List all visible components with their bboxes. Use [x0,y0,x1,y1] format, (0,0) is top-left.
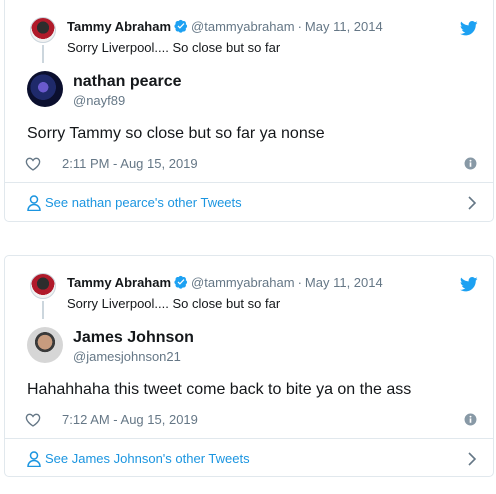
quoted-author-handle[interactable]: @tammyabraham [191,275,295,290]
quoted-tweet-text: Sorry Liverpool.... So close but so far [67,40,281,55]
quoted-tweet-header: Tammy Abraham @tammyabraham · May 11, 2014 [67,275,383,291]
see-other-tweets-label[interactable]: See James Johnson's other Tweets [45,451,250,467]
see-other-tweets-link[interactable]: See nathan pearce's other Tweets [5,183,493,222]
reply-tweet-text: Sorry Tammy so close but so far ya nonse [27,125,325,142]
verified-badge-icon [174,275,188,289]
tweet-timestamp[interactable]: 2:11 PM - Aug 15, 2019 [62,156,198,172]
twitter-bird-icon[interactable] [460,21,478,36]
info-icon[interactable] [464,413,477,426]
see-other-tweets-label[interactable]: See nathan pearce's other Tweets [45,195,242,211]
thread-connector-line [42,301,44,319]
quoted-tweet-header: Tammy Abraham @tammyabraham · May 11, 2014 [67,19,383,35]
heart-icon[interactable] [25,412,41,428]
quoted-author-name[interactable]: Tammy Abraham [67,275,171,290]
embedded-tweet-card: Tammy Abraham @tammyabraham · May 11, 2014 … [4,255,494,477]
quoted-author-handle[interactable]: @tammyabraham [191,19,295,34]
reply-author-handle[interactable]: @nayf89 [73,93,125,109]
quoted-tweet-date[interactable]: May 11, 2014 [305,275,383,290]
separator-dot: · [297,19,302,34]
quoted-author-name[interactable]: Tammy Abraham [67,19,171,34]
thread-connector-line [42,45,44,63]
chevron-right-icon [467,195,477,211]
reply-author-name[interactable]: James Johnson [73,328,194,348]
quoted-tweet-text: Sorry Liverpool.... So close but so far [67,296,281,311]
reply-author-handle[interactable]: @jamesjohnson21 [73,349,181,365]
heart-icon[interactable] [25,156,41,172]
separator-dot: · [297,275,302,290]
embedded-tweet-card: Tammy Abraham @tammyabraham · May 11, 2014 … [4,0,494,222]
chevron-right-icon [467,451,477,467]
reply-author-name[interactable]: nathan pearce [73,72,181,92]
person-icon [27,451,41,467]
reply-tweet-text: Hahahhaha this tweet come back to bite y… [27,381,412,398]
tweet-timestamp[interactable]: 7:12 AM - Aug 15, 2019 [62,412,198,428]
reply-author-avatar[interactable] [27,71,63,107]
quoted-tweet-date[interactable]: May 11, 2014 [305,19,383,34]
quoted-avatar[interactable] [30,17,56,43]
see-other-tweets-link[interactable]: See James Johnson's other Tweets [5,439,493,478]
person-icon [27,195,41,211]
verified-badge-icon [174,19,188,33]
info-icon[interactable] [464,157,477,170]
reply-author-avatar[interactable] [27,327,63,363]
quoted-avatar[interactable] [30,273,56,299]
twitter-bird-icon[interactable] [460,277,478,292]
